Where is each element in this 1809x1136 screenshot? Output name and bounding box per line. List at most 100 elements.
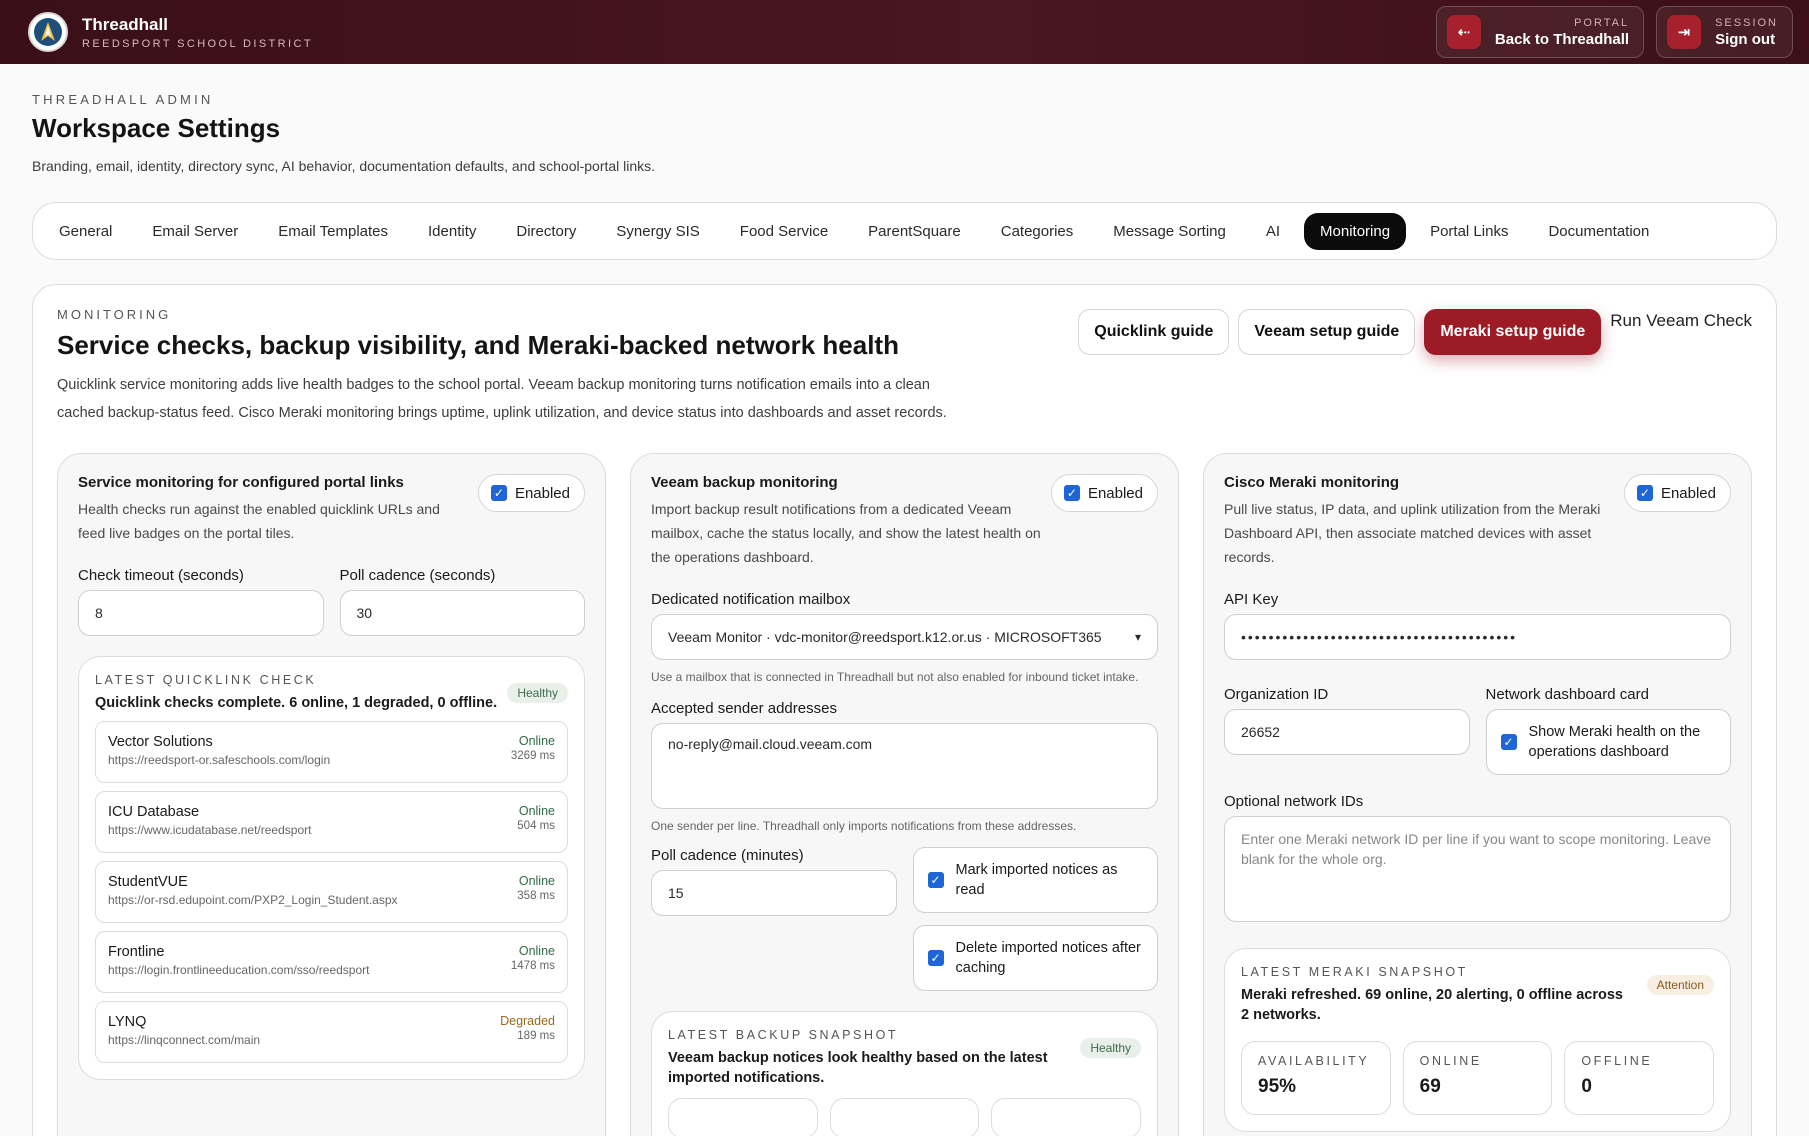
brand-subtitle: REEDSPORT SCHOOL DISTRICT — [82, 37, 313, 50]
veeam-enabled-toggle[interactable]: ✓ Enabled — [1050, 474, 1158, 512]
page-kicker: THREADHALL ADMIN — [32, 92, 214, 107]
backup-snapshot: LATEST BACKUP SNAPSHOT Veeam backup noti… — [651, 1011, 1158, 1136]
list-item: StudentVUE https://or-rsd.edupoint.com/PX… — [95, 861, 568, 923]
availability-stat: AVAILABILITY 95% — [1241, 1041, 1391, 1115]
delete-notices-label: Delete imported notices after caching — [955, 940, 1141, 976]
link-status: Degraded — [500, 1014, 555, 1028]
chevron-down-icon: ▾ — [1134, 630, 1141, 644]
checkbox-checked-icon: ✓ — [490, 485, 507, 501]
quicklink-snapshot: LATEST QUICKLINK CHECK Quicklink checks … — [78, 656, 585, 1080]
org-id-input[interactable]: 26652 — [1224, 709, 1470, 755]
mailbox-hint: Use a mailbox that is connected in Threa… — [651, 670, 1139, 684]
checkbox-checked-icon: ✓ — [927, 872, 944, 888]
tab-synergy-sis[interactable]: Synergy SIS — [600, 213, 715, 250]
delete-notices-checkbox[interactable]: ✓ Delete imported notices after caching — [912, 925, 1158, 991]
network-ids-label: Optional network IDs — [1224, 793, 1364, 810]
sign-out-button[interactable]: ⇥ SESSION Sign out — [1656, 6, 1793, 58]
service-description: Health checks run against the enabled qu… — [78, 501, 440, 541]
mailbox-selected-value: Veeam Monitor · vdc-monitor@reedsport.k1… — [668, 629, 1102, 645]
mark-read-checkbox[interactable]: ✓ Mark imported notices as read — [912, 847, 1158, 913]
link-status: Online — [518, 944, 555, 958]
tab-ai[interactable]: AI — [1250, 213, 1296, 250]
tab-portal-links[interactable]: Portal Links — [1414, 213, 1524, 250]
online-stat: ONLINE 69 — [1402, 1041, 1553, 1115]
checkbox-checked-icon: ✓ — [927, 950, 944, 966]
brand: Threadhall REEDSPORT SCHOOL DISTRICT — [28, 12, 313, 52]
tab-monitoring[interactable]: Monitoring — [1304, 212, 1407, 250]
portal-label: Back to Threadhall — [1494, 30, 1630, 48]
stat-label: OFFLINE — [1581, 1054, 1653, 1068]
meraki-enabled-toggle[interactable]: ✓ Enabled — [1623, 474, 1731, 512]
meraki-snapshot: LATEST MERAKI SNAPSHOT Meraki refreshed.… — [1224, 948, 1731, 1132]
quicklink-guide-button[interactable]: Quicklink guide — [1078, 309, 1230, 355]
tab-general[interactable]: General — [43, 213, 128, 250]
list-item: Vector Solutions https://reedsport-or.saf… — [95, 721, 568, 783]
tab-directory[interactable]: Directory — [500, 213, 592, 250]
tab-food-service[interactable]: Food Service — [724, 213, 844, 250]
checkbox-checked-icon: ✓ — [1500, 734, 1517, 750]
link-url: https://linqconnect.com/main — [108, 1033, 261, 1047]
page-description: Branding, email, identity, directory syn… — [32, 158, 656, 174]
link-latency: 3269 ms — [510, 750, 555, 762]
tab-documentation[interactable]: Documentation — [1532, 213, 1665, 250]
tab-message-sorting[interactable]: Message Sorting — [1097, 213, 1242, 250]
service-enabled-toggle[interactable]: ✓ Enabled — [477, 474, 585, 512]
list-item: Frontline https://login.frontlineeducatio… — [95, 931, 568, 993]
back-to-threadhall-button[interactable]: ⇠ PORTAL Back to Threadhall — [1435, 6, 1645, 58]
timeout-input[interactable]: 8 — [78, 590, 324, 636]
link-status: Online — [518, 804, 555, 818]
link-name: LYNQ — [108, 1014, 147, 1030]
session-label: Sign out — [1715, 30, 1776, 48]
senders-textarea[interactable]: no-reply@mail.cloud.veeam.com — [651, 723, 1158, 809]
link-latency: 1478 ms — [510, 960, 555, 972]
link-url: https://www.icudatabase.net/reedsport — [108, 823, 312, 837]
api-key-label: API Key — [1224, 591, 1279, 608]
list-item: LYNQ https://linqconnect.com/main Degrade… — [95, 1001, 568, 1063]
top-bar: Threadhall REEDSPORT SCHOOL DISTRICT ⇠ P… — [0, 0, 1809, 64]
stat-value: 0 — [1581, 1076, 1592, 1097]
show-meraki-health-checkbox[interactable]: ✓ Show Meraki health on the operations d… — [1485, 709, 1731, 775]
backup-stat-card — [829, 1098, 980, 1136]
api-key-input[interactable]: •••••••••••••••••••••••••••••••••••••••• — [1224, 614, 1731, 660]
session-kicker: SESSION — [1715, 16, 1778, 29]
link-url: https://reedsport-or.safeschools.com/log… — [108, 753, 331, 767]
veeam-setup-guide-button[interactable]: Veeam setup guide — [1238, 309, 1416, 355]
list-item: ICU Database https://www.icudatabase.net/… — [95, 791, 568, 853]
veeam-description: Import backup result notifications from … — [651, 501, 1041, 565]
status-badge: Healthy — [1080, 1038, 1141, 1058]
link-latency: 189 ms — [517, 1030, 555, 1042]
link-name: StudentVUE — [108, 874, 188, 890]
show-meraki-health-label: Show Meraki health on the operations das… — [1528, 724, 1701, 760]
snapshot-kicker: LATEST BACKUP SNAPSHOT — [668, 1028, 899, 1042]
page-title: Workspace Settings — [32, 113, 281, 143]
veeam-poll-input[interactable]: 15 — [651, 870, 897, 916]
tab-identity[interactable]: Identity — [412, 213, 492, 250]
tab-email-templates[interactable]: Email Templates — [262, 213, 404, 250]
timeout-label: Check timeout (seconds) — [78, 567, 244, 584]
tab-parentsquare[interactable]: ParentSquare — [852, 213, 977, 250]
settings-tabs: General Email Server Email Templates Ide… — [32, 202, 1777, 260]
org-id-label: Organization ID — [1224, 686, 1329, 703]
veeam-poll-label: Poll cadence (minutes) — [651, 847, 804, 864]
network-ids-textarea[interactable]: Enter one Meraki network ID per line if … — [1224, 816, 1731, 922]
meraki-description: Pull live status, IP data, and uplink ut… — [1224, 501, 1601, 565]
enabled-label: Enabled — [514, 484, 570, 502]
tab-categories[interactable]: Categories — [985, 213, 1090, 250]
monitoring-panel: MONITORING Service checks, backup visibi… — [32, 284, 1777, 1136]
mailbox-select[interactable]: Veeam Monitor · vdc-monitor@reedsport.k1… — [651, 614, 1158, 660]
tab-email-server[interactable]: Email Server — [136, 213, 254, 250]
backup-stat-card — [668, 1098, 818, 1136]
link-status: Online — [518, 734, 555, 748]
meraki-setup-guide-button[interactable]: Meraki setup guide — [1424, 309, 1602, 355]
link-status: Online — [518, 874, 555, 888]
enabled-label: Enabled — [1660, 484, 1716, 502]
link-name: Frontline — [108, 944, 165, 960]
snapshot-text: Veeam backup notices look healthy based … — [668, 1050, 1048, 1086]
run-veeam-check-button[interactable]: Run Veeam Check — [1610, 311, 1752, 331]
poll-cadence-input[interactable]: 30 — [339, 590, 585, 636]
snapshot-kicker: LATEST QUICKLINK CHECK — [95, 673, 317, 687]
snapshot-text: Quicklink checks complete. 6 online, 1 d… — [95, 695, 498, 711]
mark-read-label: Mark imported notices as read — [955, 862, 1118, 898]
service-monitoring-card: Service monitoring for configured portal… — [57, 453, 606, 1136]
link-name: Vector Solutions — [108, 734, 213, 750]
